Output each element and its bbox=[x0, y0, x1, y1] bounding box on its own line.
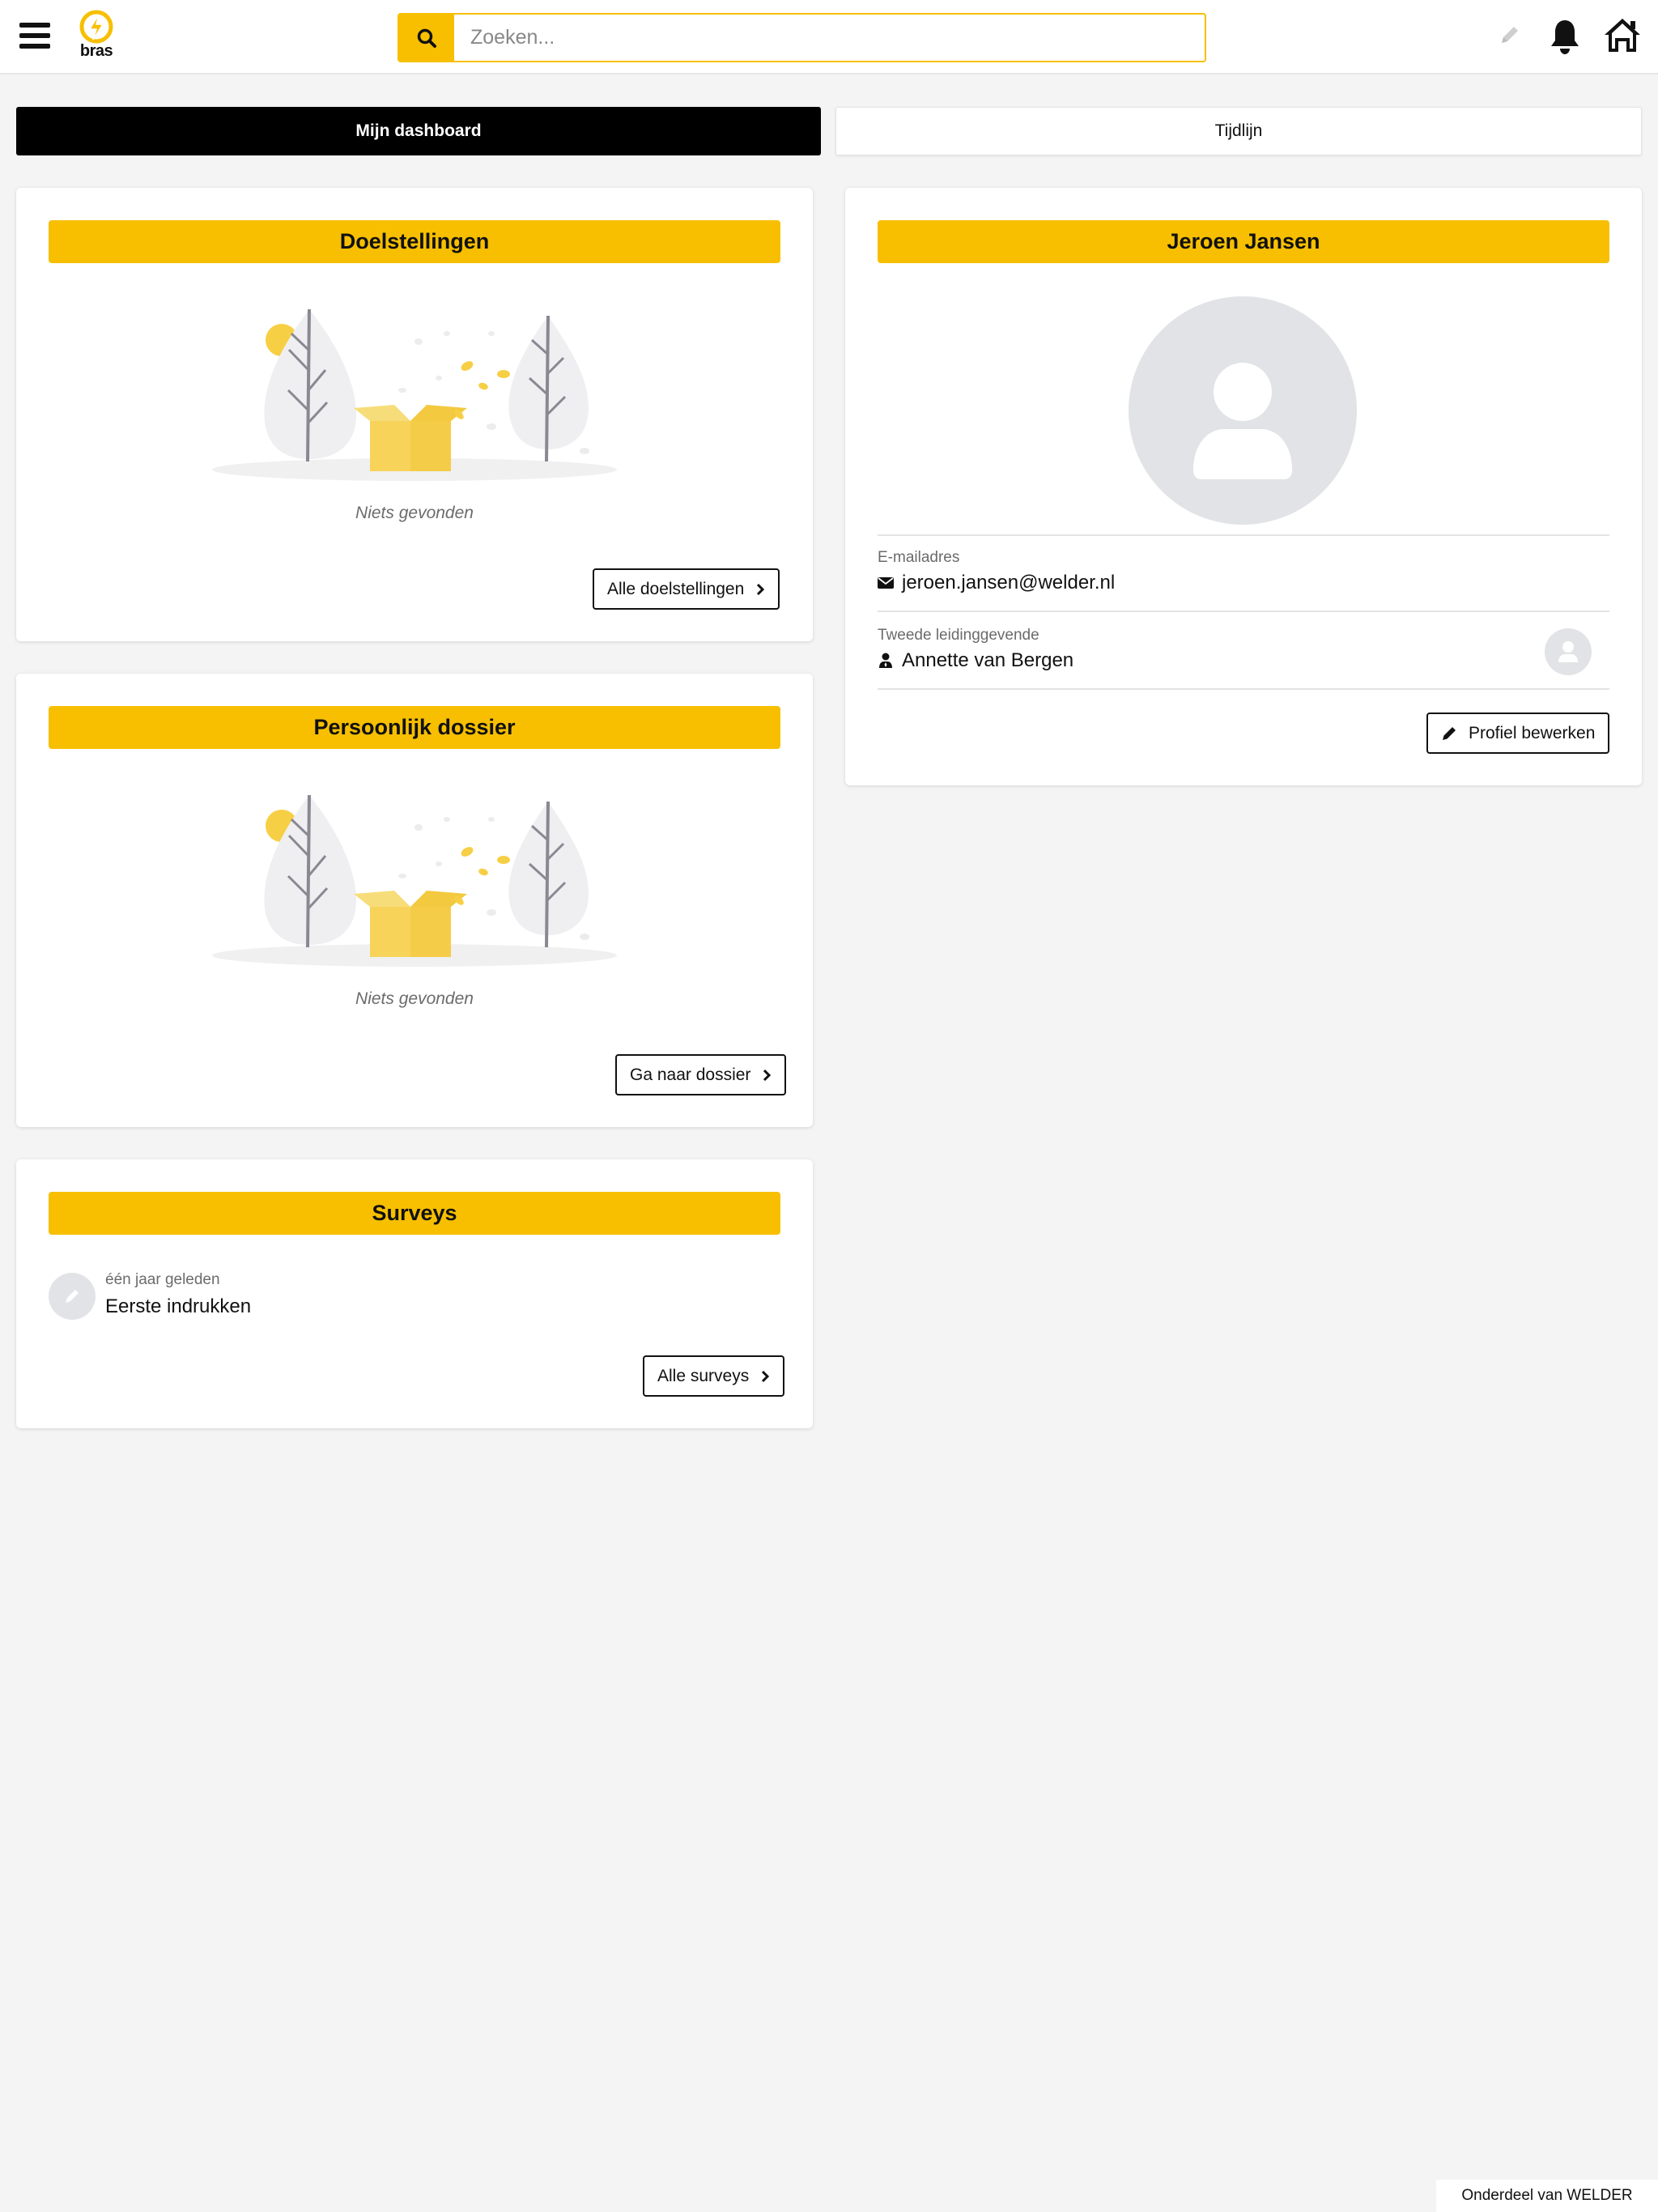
user-icon bbox=[1193, 363, 1292, 479]
tab-tijdlijn[interactable]: Tijdlijn bbox=[835, 107, 1642, 155]
divider bbox=[878, 610, 1609, 612]
all-goals-button[interactable]: Alle doelstellingen bbox=[593, 568, 780, 610]
email-text: jeroen.jansen@welder.nl bbox=[902, 572, 1116, 593]
pencil-icon bbox=[1443, 726, 1456, 740]
edit-profile-button-label: Profiel bewerken bbox=[1469, 723, 1596, 742]
profile-card: Jeroen Jansen E-mailadres jeroen.jansen@… bbox=[845, 188, 1642, 785]
dossier-card-title: Persoonlijk dossier bbox=[49, 706, 780, 749]
footer-credit: Onderdeel van WELDER bbox=[1436, 2180, 1658, 2212]
dossier-card: Persoonlijk dossier Niets gevonden Ga na… bbox=[16, 674, 813, 1127]
goals-card: Doelstellingen Niets gevonden Alle doels… bbox=[16, 188, 813, 641]
manager-label: Tweede leidinggevende bbox=[878, 627, 1039, 644]
manager-avatar[interactable] bbox=[1545, 628, 1592, 675]
menu-icon[interactable] bbox=[19, 21, 50, 50]
go-to-dossier-button[interactable]: Ga naar dossier bbox=[615, 1054, 787, 1095]
search-bar bbox=[397, 13, 1206, 62]
manager-name: Annette van Bergen bbox=[902, 649, 1074, 671]
go-to-dossier-button-label: Ga naar dossier bbox=[630, 1065, 751, 1084]
dossier-empty-text: Niets gevonden bbox=[355, 989, 474, 1008]
chevron-right-icon bbox=[757, 583, 765, 595]
search-input[interactable] bbox=[454, 15, 1205, 61]
all-surveys-button-label: Alle surveys bbox=[657, 1366, 750, 1385]
profile-avatar bbox=[1129, 296, 1357, 525]
email-label: E-mailadres bbox=[878, 549, 960, 566]
edit-profile-button[interactable]: Profiel bewerken bbox=[1426, 713, 1610, 754]
survey-item-icon bbox=[49, 1273, 96, 1320]
chevron-right-icon bbox=[762, 1370, 770, 1382]
divider bbox=[878, 534, 1609, 536]
profile-name: Jeroen Jansen bbox=[878, 220, 1609, 263]
tab-mijn-dashboard[interactable]: Mijn dashboard bbox=[16, 107, 821, 155]
chevron-right-icon bbox=[763, 1069, 772, 1081]
surveys-card-title: Surveys bbox=[49, 1192, 780, 1235]
user-tie-icon bbox=[879, 653, 892, 668]
surveys-card: Surveys één jaar geleden Eerste indrukke… bbox=[16, 1159, 813, 1428]
goals-empty-text: Niets gevonden bbox=[355, 504, 474, 522]
brand-logo[interactable]: bras bbox=[76, 10, 117, 63]
survey-item-time: één jaar geleden bbox=[105, 1271, 220, 1288]
survey-item-title[interactable]: Eerste indrukken bbox=[105, 1295, 251, 1318]
search-button[interactable] bbox=[399, 15, 454, 61]
pencil-icon[interactable] bbox=[1498, 23, 1522, 47]
divider bbox=[878, 688, 1609, 690]
top-bar: bras bbox=[0, 0, 1658, 74]
bell-icon[interactable] bbox=[1549, 18, 1581, 55]
manager-value[interactable]: Annette van Bergen bbox=[878, 649, 1073, 672]
logo-text: bras bbox=[79, 42, 113, 60]
lightning-logo-icon bbox=[79, 10, 113, 44]
envelope-icon bbox=[878, 577, 894, 589]
user-icon bbox=[1558, 641, 1578, 662]
goals-card-title: Doelstellingen bbox=[49, 220, 780, 263]
all-surveys-button[interactable]: Alle surveys bbox=[643, 1355, 785, 1397]
home-icon[interactable] bbox=[1603, 16, 1642, 53]
search-icon bbox=[417, 28, 436, 48]
all-goals-button-label: Alle doelstellingen bbox=[607, 579, 745, 598]
email-value[interactable]: jeroen.jansen@welder.nl bbox=[878, 572, 1115, 594]
pencil-icon bbox=[66, 1290, 79, 1303]
empty-state-illustration bbox=[210, 793, 619, 968]
empty-state-illustration bbox=[210, 308, 619, 483]
